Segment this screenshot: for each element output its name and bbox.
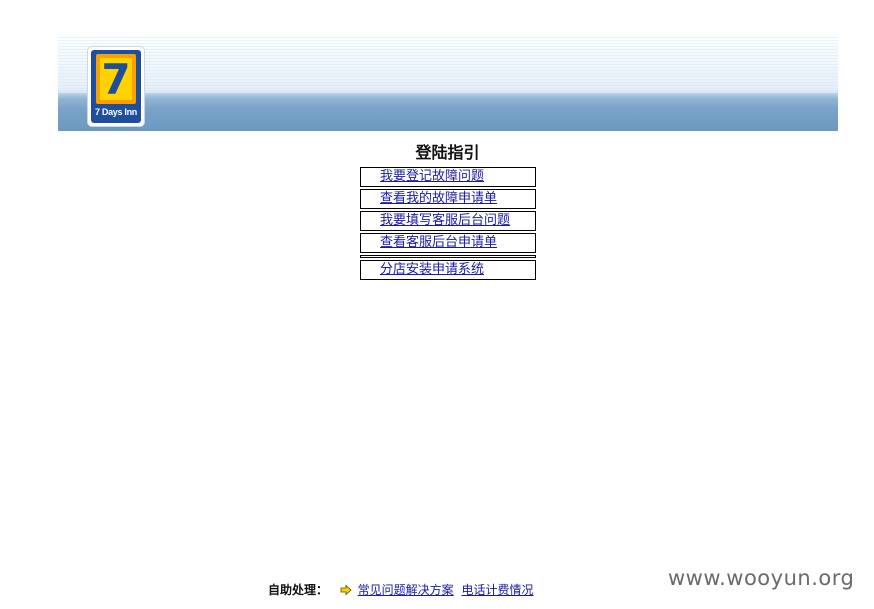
phone-billing-link[interactable]: 电话计费情况 — [462, 583, 534, 597]
brand-logo[interactable]: 7 7 Days Inn — [88, 47, 144, 126]
watermark-text: www.wooyun.org — [668, 566, 855, 590]
login-guide-menu: 我要登记故障问题 查看我的故障申请单 我要填写客服后台问题 查看客服后台申请单 … — [360, 167, 536, 282]
logo-background: 7 7 Days Inn — [91, 50, 141, 123]
logo-wordmark: 7 Days Inn — [94, 107, 138, 117]
menu-item-store-install-system[interactable]: 分店安装申请系统 — [360, 260, 536, 280]
self-service-label: 自助处理： — [268, 583, 329, 597]
menu-divider — [360, 255, 536, 258]
menu-item-view-fault-requests[interactable]: 查看我的故障申请单 — [360, 189, 536, 209]
menu-item-report-fault[interactable]: 我要登记故障问题 — [360, 167, 536, 187]
menu-item-view-support-requests[interactable]: 查看客服后台申请单 — [360, 233, 536, 253]
banner-band — [58, 93, 838, 131]
menu-item-submit-support-issue[interactable]: 我要填写客服后台问题 — [360, 211, 536, 231]
logo-number: 7 — [100, 55, 132, 104]
arrow-right-icon — [340, 582, 352, 596]
faq-solutions-link[interactable]: 常见问题解决方案 — [358, 583, 454, 597]
header-banner: 7 7 Days Inn — [58, 35, 838, 131]
logo-emblem: 7 — [96, 54, 136, 104]
page-title: 登陆指引 — [415, 143, 480, 162]
self-service-footer: 自助处理： 常见问题解决方案 电话计费情况 — [268, 581, 538, 599]
